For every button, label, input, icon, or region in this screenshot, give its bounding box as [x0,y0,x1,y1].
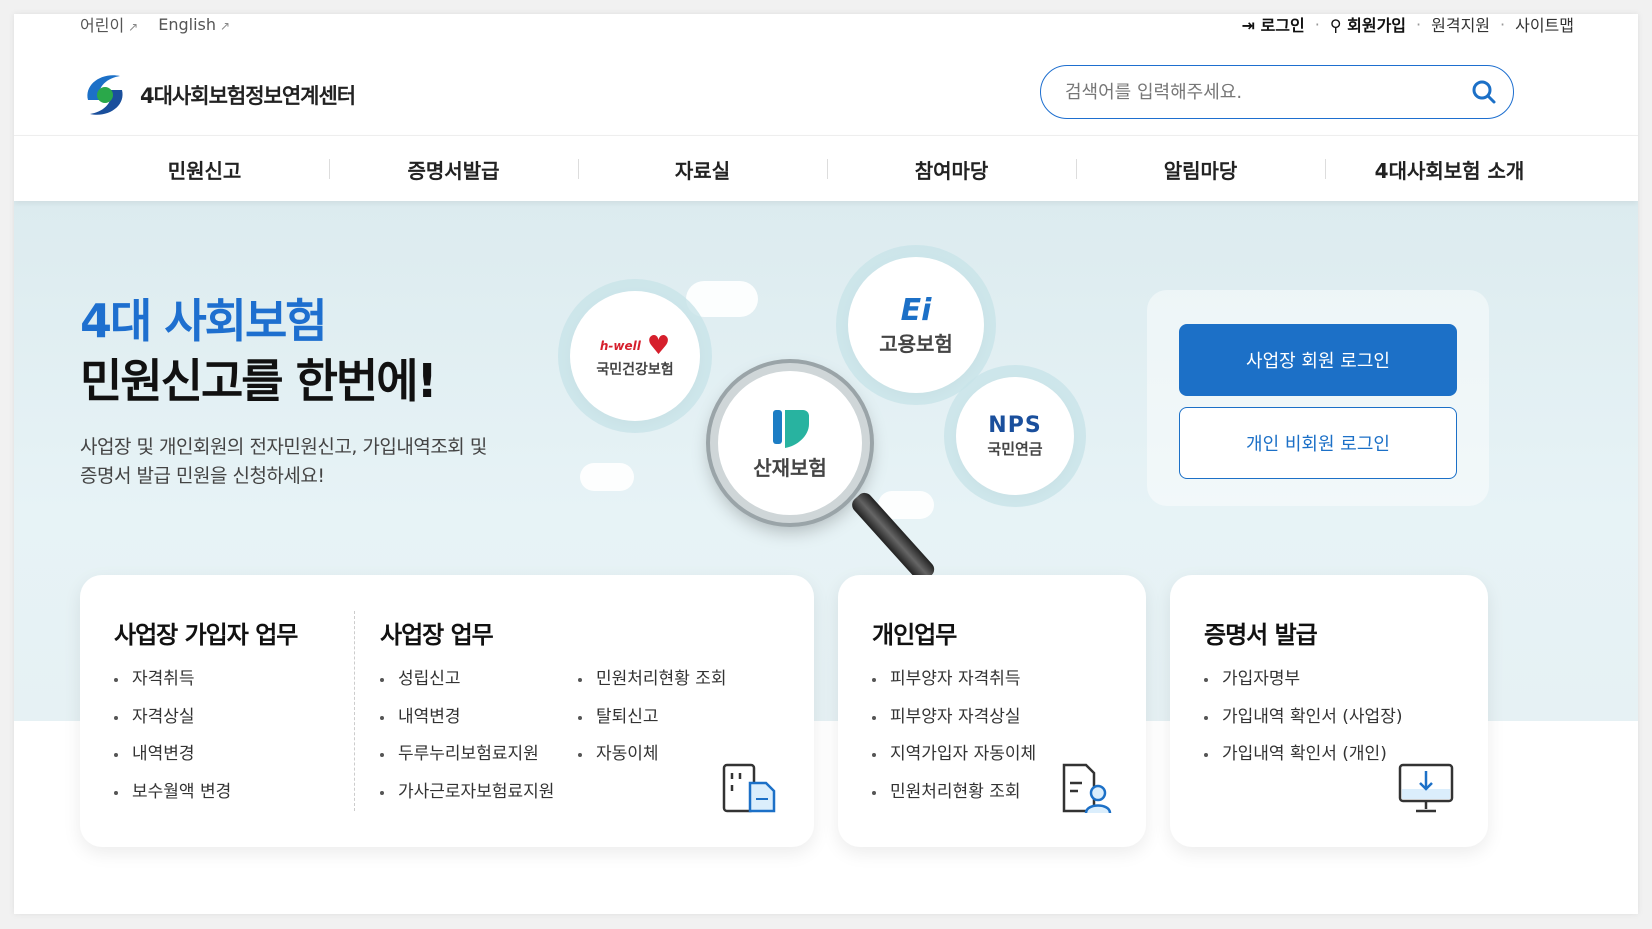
monitor-download-icon [1398,763,1454,813]
nav-certificate[interactable]: 증명서발급 [329,155,578,184]
nav-notice[interactable]: 알림마당 [1076,155,1325,184]
nav-library[interactable]: 자료실 [578,155,827,184]
nav-participation[interactable]: 참여마당 [827,155,1076,184]
employment-insurance-label: 고용보험 [879,331,953,356]
list-item[interactable]: 자격상실 [114,703,231,741]
list-item[interactable]: 내역변경 [380,703,554,741]
nps-logo: NPS [988,413,1042,438]
english-link[interactable]: English ↗ [158,15,230,34]
utility-left: 어린이 ↗ English ↗ [80,14,230,36]
sitemap-link[interactable]: 사이트맵 [1515,14,1574,36]
accident-insurance-bubble: 산재보험 [710,363,870,523]
logo-text: 4대사회보험정보연계센터 [140,84,356,108]
remote-support-link[interactable]: 원격지원 [1431,14,1490,36]
list-item[interactable]: 피부양자 자격취득 [872,665,1036,703]
main-navigation: 민원신고 증명서발급 자료실 참여마당 알림마당 4대사회보험 소개 [14,135,1638,201]
business-login-button[interactable]: 사업장 회원 로그인 [1179,324,1457,396]
list-item[interactable]: 지역가입자 자동이체 [872,740,1036,778]
list-item[interactable]: 가입자명부 [1204,665,1402,703]
health-insurance-bubble: h-well ♥ 국민건강보험 [570,291,700,421]
list-item[interactable]: 가사근로자보험료지원 [380,778,554,816]
list-item[interactable]: 자동이체 [578,740,727,778]
accident-insurance-label: 산재보험 [753,455,827,480]
english-label: English [158,14,217,34]
nav-about[interactable]: 4대사회보험 소개 [1325,155,1574,184]
nav-complaint[interactable]: 민원신고 [80,155,329,184]
cloud-decoration [686,281,758,317]
certificate-list: 가입자명부 가입내역 확인서 (사업장) 가입내역 확인서 (개인) [1204,665,1402,778]
list-item[interactable]: 보수월액 변경 [114,778,231,816]
user-icon: ⚲ [1329,16,1342,35]
cloud-decoration [580,463,634,491]
utility-right: ⇥ 로그인 · ⚲ 회원가입 · 원격지원 · 사이트맵 [1242,14,1574,36]
hero-title: 4대 사회보험 민원신고를 한번에! [80,291,438,411]
employment-logo-icon: Ei [900,292,932,328]
separator: · [1500,14,1506,34]
business-card: 사업장 가입자 업무 자격취득 자격상실 내역변경 보수월액 변경 사업장 업무… [80,575,814,847]
search-icon[interactable] [1471,79,1497,105]
join-link[interactable]: ⚲ 회원가입 [1330,14,1406,36]
separator: · [1416,14,1422,34]
person-document-icon [1062,763,1112,814]
list-item[interactable]: 탈퇴신고 [578,703,727,741]
kids-label: 어린이 [80,16,125,35]
login-icon: ⇥ [1241,16,1255,35]
health-brand: h-well ♥ [600,333,670,359]
individual-login-button[interactable]: 개인 비회원 로그인 [1179,407,1457,479]
card-divider [354,611,355,811]
list-item[interactable]: 민원처리현황 조회 [872,778,1036,816]
site-logo[interactable]: 4대사회보험정보연계센터 [80,70,356,120]
certificate-card: 증명서 발급 가입자명부 가입내역 확인서 (사업장) 가입내역 확인서 (개인… [1170,575,1488,847]
card-title-personal: 개인업무 [872,621,957,649]
separator: · [1314,14,1320,34]
health-insurance-label: 국민건강보험 [596,362,674,378]
personal-list: 피부양자 자격취득 피부양자 자격상실 지역가입자 자동이체 민원처리현황 조회 [872,665,1036,815]
card-title-business-member: 사업장 가입자 업무 [114,621,298,649]
list-item[interactable]: 가입내역 확인서 (개인) [1204,740,1402,778]
hwell-label: h-well [599,339,641,353]
hero-desc-line1: 사업장 및 개인회원의 전자민원신고, 가입내역조회 및 [80,436,487,458]
personal-card: 개인업무 피부양자 자격취득 피부양자 자격상실 지역가입자 자동이체 민원처리… [838,575,1146,847]
business-list-col2: 민원처리현황 조회 탈퇴신고 자동이체 [578,665,727,778]
page: 어린이 ↗ English ↗ ⇥ 로그인 · ⚲ 회원가입 · 원격지원 · 사이… [14,14,1638,914]
logo-mark-icon [87,75,123,115]
kids-link[interactable]: 어린이 ↗ [80,14,138,36]
list-item[interactable]: 성립신고 [380,665,554,703]
accident-logo-icon [773,409,809,448]
join-label: 회원가입 [1347,16,1407,35]
pension-label: 국민연금 [987,440,1043,458]
list-item[interactable]: 가입내역 확인서 (사업장) [1204,703,1402,741]
login-panel: 사업장 회원 로그인 개인 비회원 로그인 [1147,290,1489,506]
login-link[interactable]: ⇥ 로그인 [1242,14,1305,36]
card-title-certificate: 증명서 발급 [1204,621,1318,649]
heart-icon: ♥ [646,331,671,361]
hero-description: 사업장 및 개인회원의 전자민원신고, 가입내역조회 및 증명서 발급 민원을 … [80,433,540,491]
hero-title-line2: 민원신고를 한번에! [80,354,438,408]
external-link-icon: ↗ [220,18,231,33]
list-item[interactable]: 두루누리보험료지원 [380,740,554,778]
building-document-icon [722,763,776,813]
list-item[interactable]: 내역변경 [114,740,231,778]
external-link-icon: ↗ [128,20,139,34]
hero-desc-line2: 증명서 발급 민원을 신청하세요! [80,465,325,487]
card-title-business: 사업장 업무 [380,621,494,649]
pension-bubble: NPS 국민연금 [956,377,1074,495]
login-label: 로그인 [1260,16,1305,35]
list-item[interactable]: 자격취득 [114,665,231,703]
hero-title-line1: 4대 사회보험 [80,294,328,348]
business-list-col1: 성립신고 내역변경 두루누리보험료지원 가사근로자보험료지원 [380,665,554,815]
list-item[interactable]: 민원처리현황 조회 [578,665,727,703]
employment-insurance-bubble: Ei 고용보험 [848,257,984,393]
search-box [1040,65,1514,119]
list-item[interactable]: 피부양자 자격상실 [872,703,1036,741]
search-input[interactable] [1065,81,1471,103]
business-member-list: 자격취득 자격상실 내역변경 보수월액 변경 [114,665,231,815]
